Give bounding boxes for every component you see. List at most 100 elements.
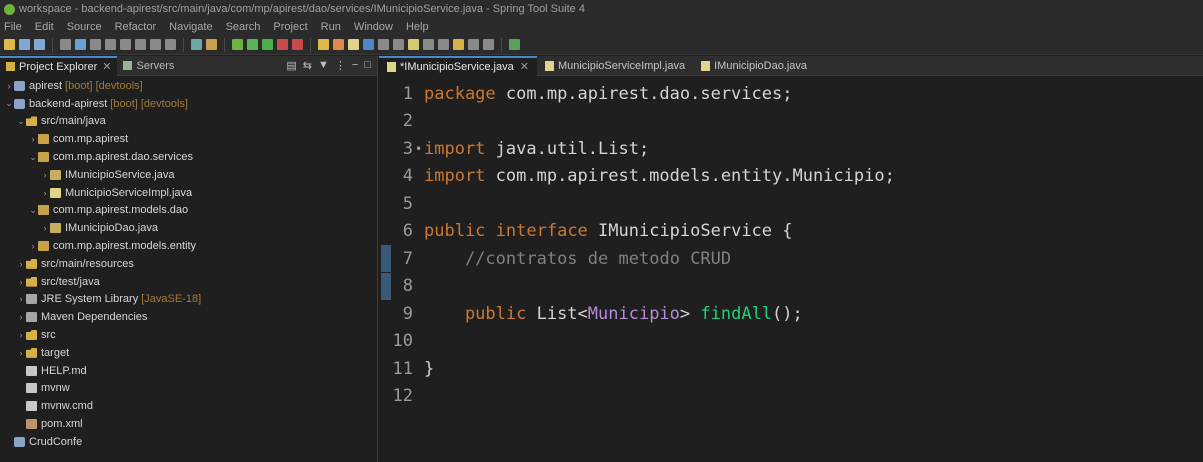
collapse-all-icon[interactable]: ▤ [286, 59, 296, 72]
annotation-icon[interactable] [408, 39, 419, 50]
chevron-right-icon[interactable]: › [40, 170, 50, 180]
debug-icon[interactable] [247, 39, 258, 50]
filter-icon[interactable]: ▼ [318, 59, 329, 72]
code-area[interactable]: 1 package com.mp.apirest.dao.services; 2 3 •… [379, 76, 1203, 462]
external-tools-icon[interactable] [277, 39, 288, 50]
chevron-down-icon[interactable]: ⌄ [16, 116, 26, 127]
code-line[interactable]: 6 public interface IMunicipioService { [379, 218, 793, 246]
chevron-right-icon[interactable]: › [28, 241, 38, 251]
tree-item[interactable]: ⌄pkg com.mp.apirest.dao.services [0, 148, 377, 166]
spring-boot-icon[interactable] [232, 39, 243, 50]
code-line[interactable]: 4 import com.mp.apirest.models.entity.Mun… [379, 163, 895, 191]
perspective-icon[interactable] [509, 39, 520, 50]
menu-project[interactable]: Project [273, 21, 307, 33]
menu-source[interactable]: Source [67, 21, 102, 33]
tree-item[interactable]: ›folder src/main/resources [0, 255, 377, 273]
previous-annotation-icon[interactable] [438, 39, 449, 50]
menu-navigate[interactable]: Navigate [169, 21, 212, 33]
terminal-icon[interactable] [60, 39, 71, 50]
code-line[interactable]: 1 package com.mp.apirest.dao.services; [379, 80, 793, 108]
link-with-editor-icon[interactable]: ⇆ [303, 59, 312, 72]
tree-item[interactable]: ⌄pkg com.mp.apirest.models.dao [0, 202, 377, 220]
tree-item[interactable]: ⌄folder src/main/java [0, 113, 377, 131]
terminate-icon[interactable] [105, 39, 116, 50]
tree-item[interactable]: ›java-int IMunicipioService.java [0, 166, 377, 184]
chevron-right-icon[interactable]: › [16, 294, 26, 304]
tree-item[interactable]: ›lib Maven Dependencies [0, 308, 377, 326]
step-into-icon[interactable] [135, 39, 146, 50]
chevron-down-icon[interactable]: ⌄ [28, 205, 38, 216]
step-return-icon[interactable] [165, 39, 176, 50]
menu-edit[interactable]: Edit [35, 21, 54, 33]
tree-item[interactable]: xml pom.xml [0, 415, 377, 433]
menu-window[interactable]: Window [354, 21, 393, 33]
chevron-down-icon[interactable]: ⌄ [4, 98, 14, 109]
code-line[interactable]: 7 //contratos de metodo CRUD [379, 245, 731, 273]
tree-item[interactable]: ›java MunicipioServiceImpl.java [0, 184, 377, 202]
menu-file[interactable]: File [4, 21, 22, 33]
forward-icon[interactable] [483, 39, 494, 50]
chevron-right-icon[interactable]: › [16, 330, 26, 340]
view-menu-icon[interactable]: ⋮ [335, 59, 346, 72]
code-line[interactable]: 5 [379, 190, 424, 218]
tree-item[interactable]: file mvnw [0, 380, 377, 398]
tab-servers[interactable]: Servers [117, 56, 180, 76]
code-line[interactable]: 12 [379, 383, 424, 411]
close-icon[interactable]: ✕ [102, 60, 111, 73]
boot-dashboard-icon[interactable] [191, 39, 202, 50]
new-class-icon[interactable] [348, 39, 359, 50]
minimize-icon[interactable]: − [352, 59, 358, 72]
code-line[interactable]: 3 • import java.util.List; [379, 135, 649, 163]
coverage-icon[interactable] [292, 39, 303, 50]
chevron-down-icon[interactable]: ⌄ [28, 152, 38, 163]
tree-item[interactable]: ›folder src/test/java [0, 273, 377, 291]
open-type-icon[interactable] [206, 39, 217, 50]
chevron-right-icon[interactable]: › [16, 312, 26, 322]
menu-run[interactable]: Run [321, 21, 341, 33]
next-annotation-icon[interactable] [423, 39, 434, 50]
last-edit-icon[interactable] [453, 39, 464, 50]
open-task-icon[interactable] [363, 39, 374, 50]
tab-municipioserviceimpl[interactable]: MunicipioServiceImpl.java [537, 56, 693, 76]
tree-item[interactable]: project CrudConfe [0, 433, 377, 451]
new-package-icon[interactable] [333, 39, 344, 50]
close-icon[interactable]: ✕ [520, 60, 529, 73]
code-line[interactable]: 8 [379, 273, 424, 301]
tree-item[interactable]: ›pkg com.mp.apirest [0, 130, 377, 148]
code-line[interactable]: 10 [379, 328, 424, 356]
suspend-icon[interactable] [90, 39, 101, 50]
chevron-right-icon[interactable]: › [4, 81, 14, 91]
menu-refactor[interactable]: Refactor [115, 21, 157, 33]
tree-item[interactable]: ›lib JRE System Library[JavaSE-18] [0, 291, 377, 309]
save-all-icon[interactable] [34, 39, 45, 50]
show-whitespace-icon[interactable] [393, 39, 404, 50]
code-line[interactable]: 11} [379, 355, 435, 383]
tree-item[interactable]: ›pkg com.mp.apirest.models.entity [0, 237, 377, 255]
tree-item[interactable]: ›project apirest[boot] [devtools] [0, 77, 377, 95]
run-icon[interactable] [262, 39, 273, 50]
disconnect-icon[interactable] [120, 39, 131, 50]
menu-search[interactable]: Search [226, 21, 261, 33]
tab-imunicipiodao[interactable]: IMunicipioDao.java [693, 56, 815, 76]
search-icon[interactable] [378, 39, 389, 50]
menu-help[interactable]: Help [406, 21, 429, 33]
tree-item[interactable]: file HELP.md [0, 362, 377, 380]
maximize-icon[interactable]: □ [364, 59, 371, 72]
tree-item[interactable]: ›folder target [0, 344, 377, 362]
code-line[interactable]: 9 public List< Municipio > findAll (); [379, 300, 803, 328]
chevron-right-icon[interactable]: › [28, 134, 38, 144]
step-over-icon[interactable] [150, 39, 161, 50]
tree-item[interactable]: file mvnw.cmd [0, 397, 377, 415]
save-icon[interactable] [19, 39, 30, 50]
fold-icon[interactable]: • [415, 142, 424, 156]
tab-imunicipioservice[interactable]: *IMunicipioService.java ✕ [379, 55, 537, 76]
tree-item[interactable]: ⌄project backend-apirest[boot] [devtools] [0, 95, 377, 113]
resume-icon[interactable] [75, 39, 86, 50]
tree-item[interactable]: ›java-int IMunicipioDao.java [0, 219, 377, 237]
chevron-right-icon[interactable]: › [40, 188, 50, 198]
back-icon[interactable] [468, 39, 479, 50]
new-java-project-icon[interactable] [318, 39, 329, 50]
new-icon[interactable] [4, 39, 15, 50]
chevron-right-icon[interactable]: › [16, 348, 26, 358]
chevron-right-icon[interactable]: › [16, 277, 26, 287]
